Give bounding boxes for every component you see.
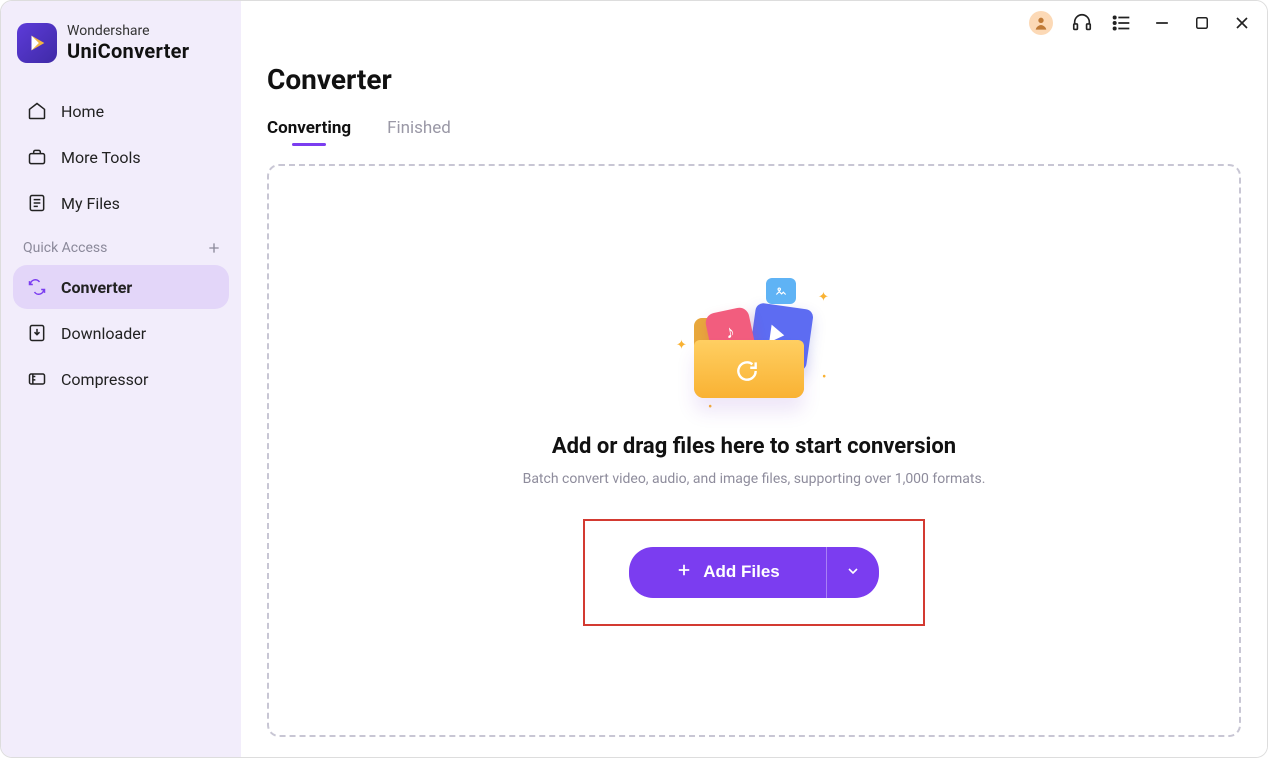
compressor-icon [27, 369, 47, 389]
image-card-icon [766, 278, 796, 304]
brand-top: Wondershare [67, 24, 189, 39]
spark-icon: • [822, 370, 826, 385]
sidebar-item-label: Converter [61, 278, 132, 297]
tabs: Converting Finished [267, 118, 1241, 144]
add-files-button-group: Add Files [629, 547, 879, 598]
file-dropzone[interactable]: ✦ ✦ • • ♪ Add or drag files h [267, 164, 1241, 737]
add-files-highlight-box: Add Files [583, 519, 925, 626]
brand-logo-block: Wondershare UniConverter [1, 23, 241, 89]
quick-access-add-icon[interactable] [205, 239, 223, 257]
sidebar-item-more-tools[interactable]: More Tools [13, 135, 229, 179]
dropzone-illustration: ✦ ✦ • • ♪ [674, 276, 834, 416]
window-minimize-icon[interactable] [1151, 12, 1173, 34]
downloader-icon [27, 323, 47, 343]
tab-converting[interactable]: Converting [267, 118, 351, 144]
spark-icon: ✦ [676, 338, 687, 353]
brand-text: Wondershare UniConverter [67, 24, 189, 61]
sidebar-item-label: Home [61, 102, 104, 121]
sidebar-item-label: My Files [61, 194, 120, 213]
window-maximize-icon[interactable] [1191, 12, 1213, 34]
window-close-icon[interactable] [1231, 12, 1253, 34]
quick-access-nav: Converter Downloader Compressor [1, 265, 241, 401]
brand-bottom: UniConverter [67, 40, 189, 62]
app-window: Wondershare UniConverter Home More Tools [0, 0, 1268, 758]
refresh-icon [734, 358, 760, 384]
tab-label: Converting [267, 118, 351, 138]
menu-list-icon[interactable] [1111, 12, 1133, 34]
content-area: Converter Converting Finished ✦ ✦ • • [241, 1, 1267, 757]
spark-icon: • [708, 400, 712, 415]
title-bar [1029, 11, 1253, 35]
sidebar-item-label: Downloader [61, 324, 146, 343]
plus-icon [675, 561, 693, 584]
brand-logo-icon [17, 23, 57, 63]
tab-label: Finished [387, 118, 451, 138]
support-headset-icon[interactable] [1071, 12, 1093, 34]
primary-nav: Home More Tools My Files [1, 89, 241, 225]
sidebar-item-label: More Tools [61, 148, 141, 167]
dropzone-subtext: Batch convert video, audio, and image fi… [523, 471, 986, 487]
add-files-button[interactable]: Add Files [629, 547, 826, 598]
dropzone-heading: Add or drag files here to start conversi… [552, 434, 956, 459]
add-files-label: Add Files [703, 562, 780, 582]
home-icon [27, 101, 47, 121]
add-files-dropdown-button[interactable] [826, 547, 879, 598]
toolbox-icon [27, 147, 47, 167]
sidebar-item-downloader[interactable]: Downloader [13, 311, 229, 355]
sidebar-item-converter[interactable]: Converter [13, 265, 229, 309]
converter-icon [27, 277, 47, 297]
page-title: Converter [267, 63, 1241, 96]
account-avatar-icon[interactable] [1029, 11, 1053, 35]
sidebar: Wondershare UniConverter Home More Tools [1, 1, 241, 757]
quick-access-label: Quick Access [23, 240, 107, 256]
files-icon [27, 193, 47, 213]
quick-access-header: Quick Access [1, 225, 241, 265]
sidebar-item-label: Compressor [61, 370, 148, 389]
sidebar-item-home[interactable]: Home [13, 89, 229, 133]
spark-icon: ✦ [818, 290, 829, 305]
tab-finished[interactable]: Finished [387, 118, 451, 144]
chevron-down-icon [845, 563, 861, 582]
main-panel: Converter Converting Finished ✦ ✦ • • [241, 1, 1267, 757]
sidebar-item-compressor[interactable]: Compressor [13, 357, 229, 401]
sidebar-item-my-files[interactable]: My Files [13, 181, 229, 225]
